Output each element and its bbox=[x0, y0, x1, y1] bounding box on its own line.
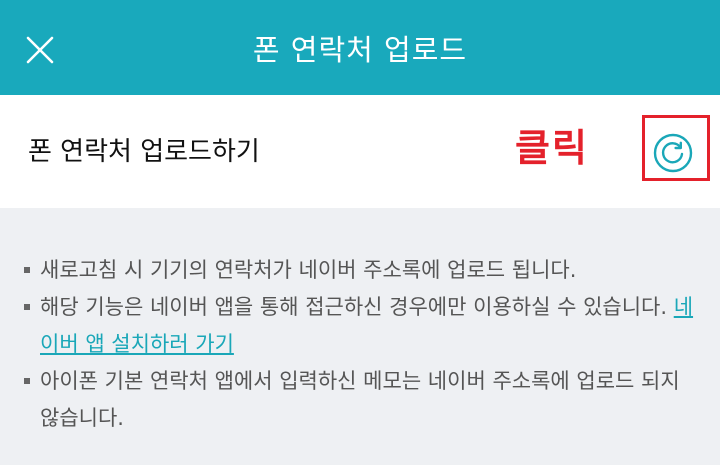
info-text: 새로고침 시 기기의 연락처가 네이버 주소록에 업로드 됩니다. bbox=[40, 258, 577, 282]
page-title: 폰 연락처 업로드 bbox=[252, 32, 468, 67]
bullet-marker bbox=[24, 304, 30, 310]
info-item: 해당 기능은 네이버 앱을 통해 접근하신 경우에만 이용하실 수 있습니다. … bbox=[24, 289, 704, 363]
close-icon bbox=[26, 36, 54, 64]
info-item: 아이폰 기본 연락처 앱에서 입력하신 메모는 네이버 주소록에 업로드 되지 … bbox=[24, 363, 704, 437]
app-header: 폰 연락처 업로드 bbox=[0, 0, 720, 95]
click-annotation: 클릭 bbox=[515, 126, 589, 170]
info-text: 아이폰 기본 연락처 앱에서 입력하신 메모는 네이버 주소록에 업로드 되지 … bbox=[40, 369, 680, 430]
upload-contacts-row: 폰 연락처 업로드하기 클릭 bbox=[0, 95, 720, 208]
close-button[interactable] bbox=[18, 28, 62, 72]
refresh-icon bbox=[653, 133, 693, 173]
info-list: 새로고침 시 기기의 연락처가 네이버 주소록에 업로드 됩니다. 해당 기능은… bbox=[24, 252, 704, 437]
bullet-marker bbox=[24, 267, 30, 273]
bullet-marker bbox=[24, 378, 30, 384]
info-item: 새로고침 시 기기의 연락처가 네이버 주소록에 업로드 됩니다. bbox=[24, 252, 704, 289]
refresh-button[interactable] bbox=[650, 130, 696, 176]
upload-contacts-label: 폰 연락처 업로드하기 bbox=[28, 137, 260, 167]
info-text: 해당 기능은 네이버 앱을 통해 접근하신 경우에만 이용하실 수 있습니다. bbox=[40, 295, 674, 319]
